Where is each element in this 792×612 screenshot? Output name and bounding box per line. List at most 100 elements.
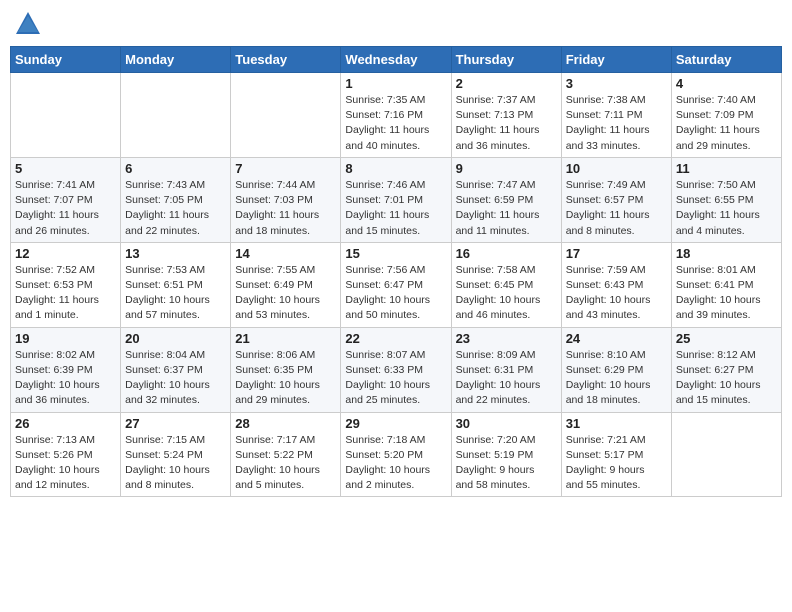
day-info: Sunrise: 7:43 AM Sunset: 7:05 PM Dayligh… <box>125 178 226 239</box>
day-number: 13 <box>125 246 226 261</box>
weekday-header-saturday: Saturday <box>671 47 781 73</box>
day-info: Sunrise: 7:41 AM Sunset: 7:07 PM Dayligh… <box>15 178 116 239</box>
day-number: 4 <box>676 76 777 91</box>
calendar-cell: 16 Sunrise: 7:58 AM Sunset: 6:45 PM Dayli… <box>451 242 561 327</box>
calendar-cell: 15 Sunrise: 7:56 AM Sunset: 6:47 PM Dayli… <box>341 242 451 327</box>
day-number: 2 <box>456 76 557 91</box>
day-number: 3 <box>566 76 667 91</box>
day-info: Sunrise: 8:02 AM Sunset: 6:39 PM Dayligh… <box>15 348 116 409</box>
day-info: Sunrise: 7:50 AM Sunset: 6:55 PM Dayligh… <box>676 178 777 239</box>
day-number: 28 <box>235 416 336 431</box>
calendar-cell: 8 Sunrise: 7:46 AM Sunset: 7:01 PM Daylig… <box>341 157 451 242</box>
day-number: 17 <box>566 246 667 261</box>
calendar-cell: 27Sunrise: 7:15 AM Sunset: 5:24 PM Dayli… <box>121 412 231 497</box>
day-number: 16 <box>456 246 557 261</box>
calendar-cell: 20 Sunrise: 8:04 AM Sunset: 6:37 PM Dayli… <box>121 327 231 412</box>
calendar-cell: 9 Sunrise: 7:47 AM Sunset: 6:59 PM Daylig… <box>451 157 561 242</box>
day-number: 1 <box>345 76 446 91</box>
day-info: Sunrise: 7:55 AM Sunset: 6:49 PM Dayligh… <box>235 263 336 324</box>
weekday-header-sunday: Sunday <box>11 47 121 73</box>
weekday-header-wednesday: Wednesday <box>341 47 451 73</box>
day-info: Sunrise: 7:38 AM Sunset: 7:11 PM Dayligh… <box>566 93 667 154</box>
day-number: 10 <box>566 161 667 176</box>
calendar-cell <box>11 73 121 158</box>
calendar-cell: 19Sunrise: 8:02 AM Sunset: 6:39 PM Dayli… <box>11 327 121 412</box>
day-info: Sunrise: 7:35 AM Sunset: 7:16 PM Dayligh… <box>345 93 446 154</box>
day-number: 11 <box>676 161 777 176</box>
day-number: 26 <box>15 416 116 431</box>
calendar-cell: 10 Sunrise: 7:49 AM Sunset: 6:57 PM Dayli… <box>561 157 671 242</box>
day-number: 20 <box>125 331 226 346</box>
day-number: 6 <box>125 161 226 176</box>
calendar-cell: 1 Sunrise: 7:35 AM Sunset: 7:16 PM Daylig… <box>341 73 451 158</box>
day-number: 5 <box>15 161 116 176</box>
day-number: 14 <box>235 246 336 261</box>
day-info: Sunrise: 7:56 AM Sunset: 6:47 PM Dayligh… <box>345 263 446 324</box>
day-info: Sunrise: 7:46 AM Sunset: 7:01 PM Dayligh… <box>345 178 446 239</box>
calendar-cell: 25Sunrise: 8:12 AM Sunset: 6:27 PM Dayli… <box>671 327 781 412</box>
calendar-cell: 30 Sunrise: 7:20 AM Sunset: 5:19 PM Dayli… <box>451 412 561 497</box>
day-number: 29 <box>345 416 446 431</box>
calendar-cell: 17 Sunrise: 7:59 AM Sunset: 6:43 PM Dayli… <box>561 242 671 327</box>
weekday-header-monday: Monday <box>121 47 231 73</box>
day-info: Sunrise: 7:49 AM Sunset: 6:57 PM Dayligh… <box>566 178 667 239</box>
day-number: 8 <box>345 161 446 176</box>
weekday-header-row: SundayMondayTuesdayWednesdayThursdayFrid… <box>11 47 782 73</box>
day-info: Sunrise: 7:21 AM Sunset: 5:17 PM Dayligh… <box>566 433 667 494</box>
day-info: Sunrise: 8:12 AM Sunset: 6:27 PM Dayligh… <box>676 348 777 409</box>
calendar-cell: 31 Sunrise: 7:21 AM Sunset: 5:17 PM Dayli… <box>561 412 671 497</box>
weekday-header-thursday: Thursday <box>451 47 561 73</box>
calendar-cell: 14 Sunrise: 7:55 AM Sunset: 6:49 PM Dayli… <box>231 242 341 327</box>
page-header <box>10 10 782 38</box>
day-number: 23 <box>456 331 557 346</box>
day-info: Sunrise: 7:13 AM Sunset: 5:26 PM Dayligh… <box>15 433 116 494</box>
day-info: Sunrise: 7:47 AM Sunset: 6:59 PM Dayligh… <box>456 178 557 239</box>
day-number: 9 <box>456 161 557 176</box>
calendar-cell <box>231 73 341 158</box>
calendar-cell: 23Sunrise: 8:09 AM Sunset: 6:31 PM Dayli… <box>451 327 561 412</box>
week-row-3: 12 Sunrise: 7:52 AM Sunset: 6:53 PM Dayli… <box>11 242 782 327</box>
day-number: 31 <box>566 416 667 431</box>
day-info: Sunrise: 7:52 AM Sunset: 6:53 PM Dayligh… <box>15 263 116 324</box>
day-info: Sunrise: 7:53 AM Sunset: 6:51 PM Dayligh… <box>125 263 226 324</box>
day-info: Sunrise: 7:58 AM Sunset: 6:45 PM Dayligh… <box>456 263 557 324</box>
week-row-1: 1 Sunrise: 7:35 AM Sunset: 7:16 PM Daylig… <box>11 73 782 158</box>
day-info: Sunrise: 7:40 AM Sunset: 7:09 PM Dayligh… <box>676 93 777 154</box>
day-number: 30 <box>456 416 557 431</box>
logo-icon <box>14 10 42 38</box>
week-row-5: 26 Sunrise: 7:13 AM Sunset: 5:26 PM Dayli… <box>11 412 782 497</box>
calendar-cell: 28 Sunrise: 7:17 AM Sunset: 5:22 PM Dayli… <box>231 412 341 497</box>
day-number: 24 <box>566 331 667 346</box>
calendar-cell: 6 Sunrise: 7:43 AM Sunset: 7:05 PM Daylig… <box>121 157 231 242</box>
calendar-cell: 22 Sunrise: 8:07 AM Sunset: 6:33 PM Dayli… <box>341 327 451 412</box>
weekday-header-friday: Friday <box>561 47 671 73</box>
day-info: Sunrise: 8:07 AM Sunset: 6:33 PM Dayligh… <box>345 348 446 409</box>
logo <box>14 10 44 38</box>
day-number: 12 <box>15 246 116 261</box>
day-info: Sunrise: 7:44 AM Sunset: 7:03 PM Dayligh… <box>235 178 336 239</box>
day-number: 15 <box>345 246 446 261</box>
calendar-cell: 13 Sunrise: 7:53 AM Sunset: 6:51 PM Dayli… <box>121 242 231 327</box>
day-info: Sunrise: 7:37 AM Sunset: 7:13 PM Dayligh… <box>456 93 557 154</box>
calendar-cell: 11 Sunrise: 7:50 AM Sunset: 6:55 PM Dayli… <box>671 157 781 242</box>
calendar-cell: 2 Sunrise: 7:37 AM Sunset: 7:13 PM Daylig… <box>451 73 561 158</box>
calendar-cell: 5 Sunrise: 7:41 AM Sunset: 7:07 PM Daylig… <box>11 157 121 242</box>
calendar-cell: 26 Sunrise: 7:13 AM Sunset: 5:26 PM Dayli… <box>11 412 121 497</box>
calendar-cell: 4 Sunrise: 7:40 AM Sunset: 7:09 PM Daylig… <box>671 73 781 158</box>
day-info: Sunrise: 8:04 AM Sunset: 6:37 PM Dayligh… <box>125 348 226 409</box>
day-info: Sunrise: 7:17 AM Sunset: 5:22 PM Dayligh… <box>235 433 336 494</box>
calendar-cell: 29Sunrise: 7:18 AM Sunset: 5:20 PM Dayli… <box>341 412 451 497</box>
day-info: Sunrise: 7:59 AM Sunset: 6:43 PM Dayligh… <box>566 263 667 324</box>
calendar-cell <box>121 73 231 158</box>
calendar-table: SundayMondayTuesdayWednesdayThursdayFrid… <box>10 46 782 497</box>
week-row-4: 19Sunrise: 8:02 AM Sunset: 6:39 PM Dayli… <box>11 327 782 412</box>
day-number: 27 <box>125 416 226 431</box>
day-info: Sunrise: 8:01 AM Sunset: 6:41 PM Dayligh… <box>676 263 777 324</box>
day-number: 18 <box>676 246 777 261</box>
calendar-cell: 12 Sunrise: 7:52 AM Sunset: 6:53 PM Dayli… <box>11 242 121 327</box>
day-info: Sunrise: 8:06 AM Sunset: 6:35 PM Dayligh… <box>235 348 336 409</box>
day-number: 22 <box>345 331 446 346</box>
day-info: Sunrise: 7:20 AM Sunset: 5:19 PM Dayligh… <box>456 433 557 494</box>
calendar-cell: 24Sunrise: 8:10 AM Sunset: 6:29 PM Dayli… <box>561 327 671 412</box>
calendar-cell: 18 Sunrise: 8:01 AM Sunset: 6:41 PM Dayli… <box>671 242 781 327</box>
